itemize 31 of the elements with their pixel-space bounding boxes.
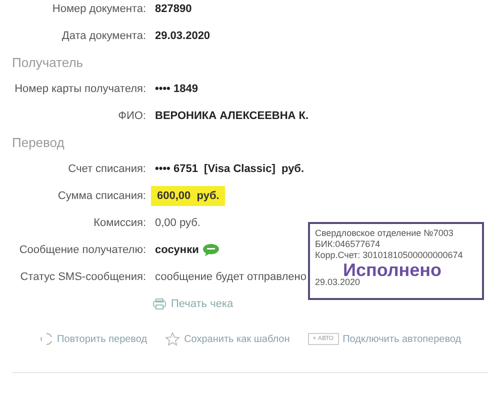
- stamp-line: Свердловское отделение №7003: [315, 228, 454, 239]
- amount-value: 600,00 руб.: [151, 186, 226, 206]
- stamp-line: БИК:046577674: [315, 239, 382, 250]
- row-label: Комиссия:: [92, 216, 146, 228]
- row-label: Сообщение получателю:: [18, 244, 146, 256]
- row-value: 827890: [155, 2, 192, 14]
- row-label: Номер карты получателя:: [14, 82, 146, 94]
- action-link[interactable]: Повторить перевод: [40, 332, 148, 346]
- print-receipt-link[interactable]: Печать чека: [153, 298, 500, 310]
- row-label: Номер документа:: [51, 2, 146, 14]
- row-value: ВЕРОНИКА АЛЕКСЕЕВНА К.: [155, 110, 309, 122]
- row-value: •••• 6751 [Visa Classic] руб.: [155, 162, 304, 174]
- stamp-status: Исполнено: [343, 261, 443, 279]
- row-label: Счет списания:: [67, 162, 146, 174]
- row-value: •••• 1849: [155, 82, 198, 94]
- stamp-line: Корр.Счет: 30101810500000000674: [315, 250, 464, 261]
- action-link[interactable]: Сохранить как шаблон: [165, 332, 290, 346]
- printer-icon: [153, 298, 166, 310]
- row-label: Дата документа:: [60, 30, 146, 42]
- sms-bubble-icon: [202, 242, 220, 256]
- section-title: Перевод: [11, 134, 66, 152]
- row-value: сообщение будет отправлено: [155, 270, 306, 282]
- section-title: Получатель: [11, 54, 84, 72]
- star-icon: [165, 332, 180, 346]
- row-value: 0,00 руб.: [155, 216, 200, 228]
- row-label: Статус SMS-сообщения:: [19, 270, 146, 282]
- stamp-date: 29.03.2020: [315, 277, 362, 288]
- row-value: 29.03.2020: [155, 30, 210, 42]
- row-value: сосунки: [155, 244, 199, 256]
- row-label: Сумма списания:: [56, 190, 146, 202]
- row-label: ФИО:: [117, 110, 146, 122]
